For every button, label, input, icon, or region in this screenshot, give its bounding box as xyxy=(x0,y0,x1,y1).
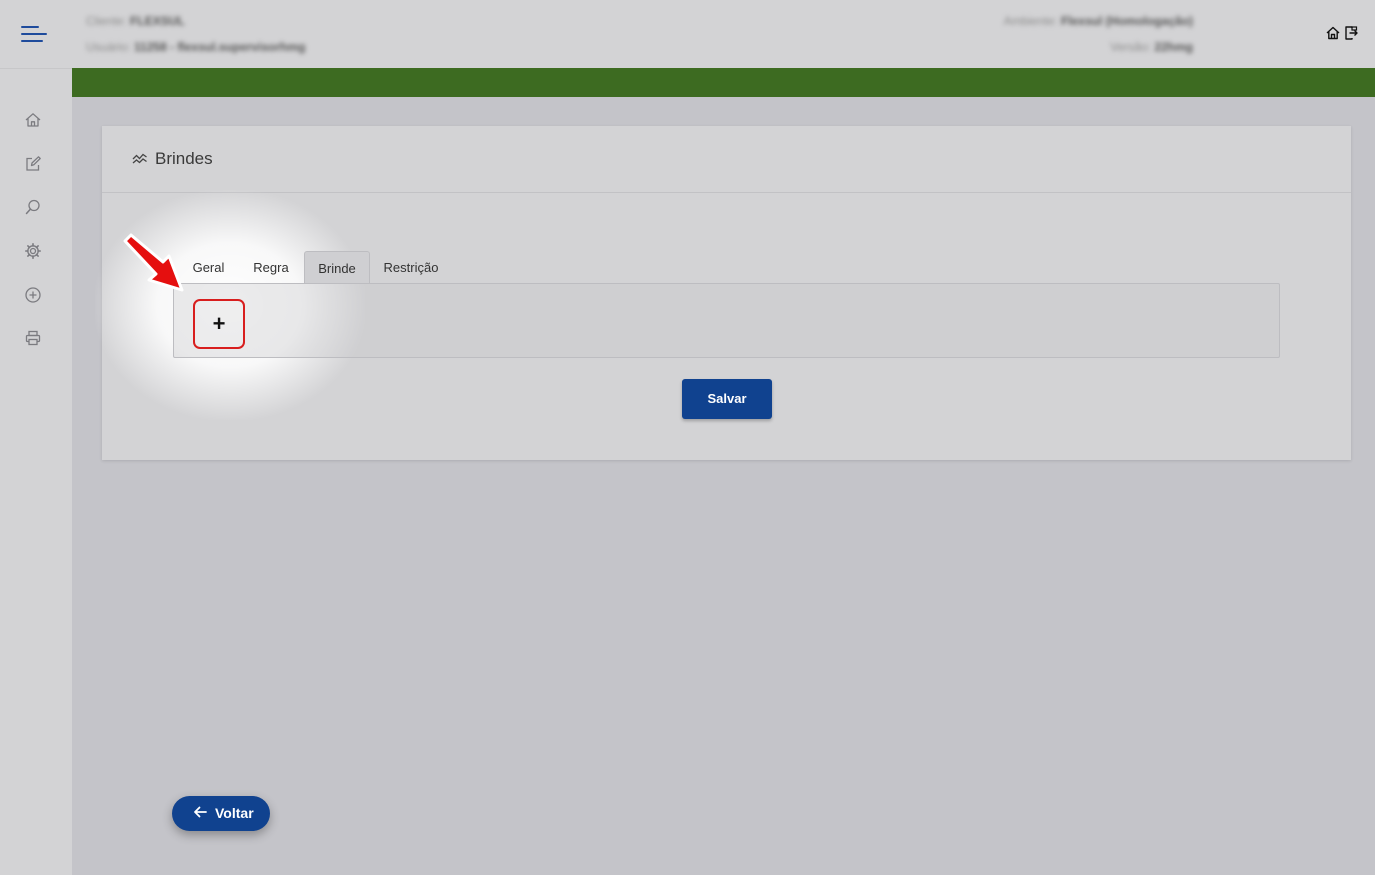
cliente-value: FLEXSUL xyxy=(130,14,185,28)
logout-icon[interactable] xyxy=(1343,25,1359,41)
usuario-label: Usuário: xyxy=(86,40,131,54)
versao-label: Versão: xyxy=(1110,40,1151,54)
chart-icon xyxy=(132,152,148,166)
card-header: Brindes xyxy=(102,126,1351,193)
menu-icon[interactable] xyxy=(21,26,47,42)
page-title: Brindes xyxy=(155,149,213,168)
tab-regra[interactable]: Regra xyxy=(245,251,297,283)
add-circle-icon[interactable] xyxy=(24,286,42,304)
ambiente-label: Ambiente: xyxy=(1003,14,1058,28)
tab-restricao[interactable]: Restrição xyxy=(379,251,443,283)
top-bar: Cliente: FLEXSUL Usuário: 11258 - flexsu… xyxy=(0,0,1375,69)
environment-info: Ambiente: Flexsul (Homologação) Versão: … xyxy=(1004,8,1193,60)
usuario-value: 11258 - flexsul.supervisorhmg xyxy=(134,40,306,54)
cliente-label: Cliente: xyxy=(86,14,127,28)
back-label: Voltar xyxy=(215,805,254,821)
gear-icon[interactable] xyxy=(24,242,42,260)
top-actions xyxy=(1325,25,1359,41)
print-icon[interactable] xyxy=(24,329,42,347)
client-info: Cliente: FLEXSUL Usuário: 11258 - flexsu… xyxy=(86,8,305,60)
arrow-left-icon xyxy=(194,806,207,818)
tab-brinde[interactable]: Brinde xyxy=(304,251,370,283)
versao-value: 22hmg xyxy=(1154,40,1193,54)
save-button[interactable]: Salvar xyxy=(682,379,772,419)
status-bar xyxy=(72,68,1375,97)
home-icon[interactable] xyxy=(24,111,42,129)
add-brinde-button[interactable]: + xyxy=(193,299,245,349)
tab-panel xyxy=(173,283,1280,358)
ambiente-value: Flexsul (Homologação) xyxy=(1060,14,1193,28)
search-icon[interactable] xyxy=(24,198,42,216)
edit-icon[interactable] xyxy=(24,155,42,173)
tab-geral[interactable]: Geral xyxy=(184,251,233,283)
home-icon[interactable] xyxy=(1325,25,1341,41)
back-button[interactable]: Voltar xyxy=(172,796,270,831)
sidebar xyxy=(0,69,72,875)
pointer-arrow-icon xyxy=(123,233,184,292)
